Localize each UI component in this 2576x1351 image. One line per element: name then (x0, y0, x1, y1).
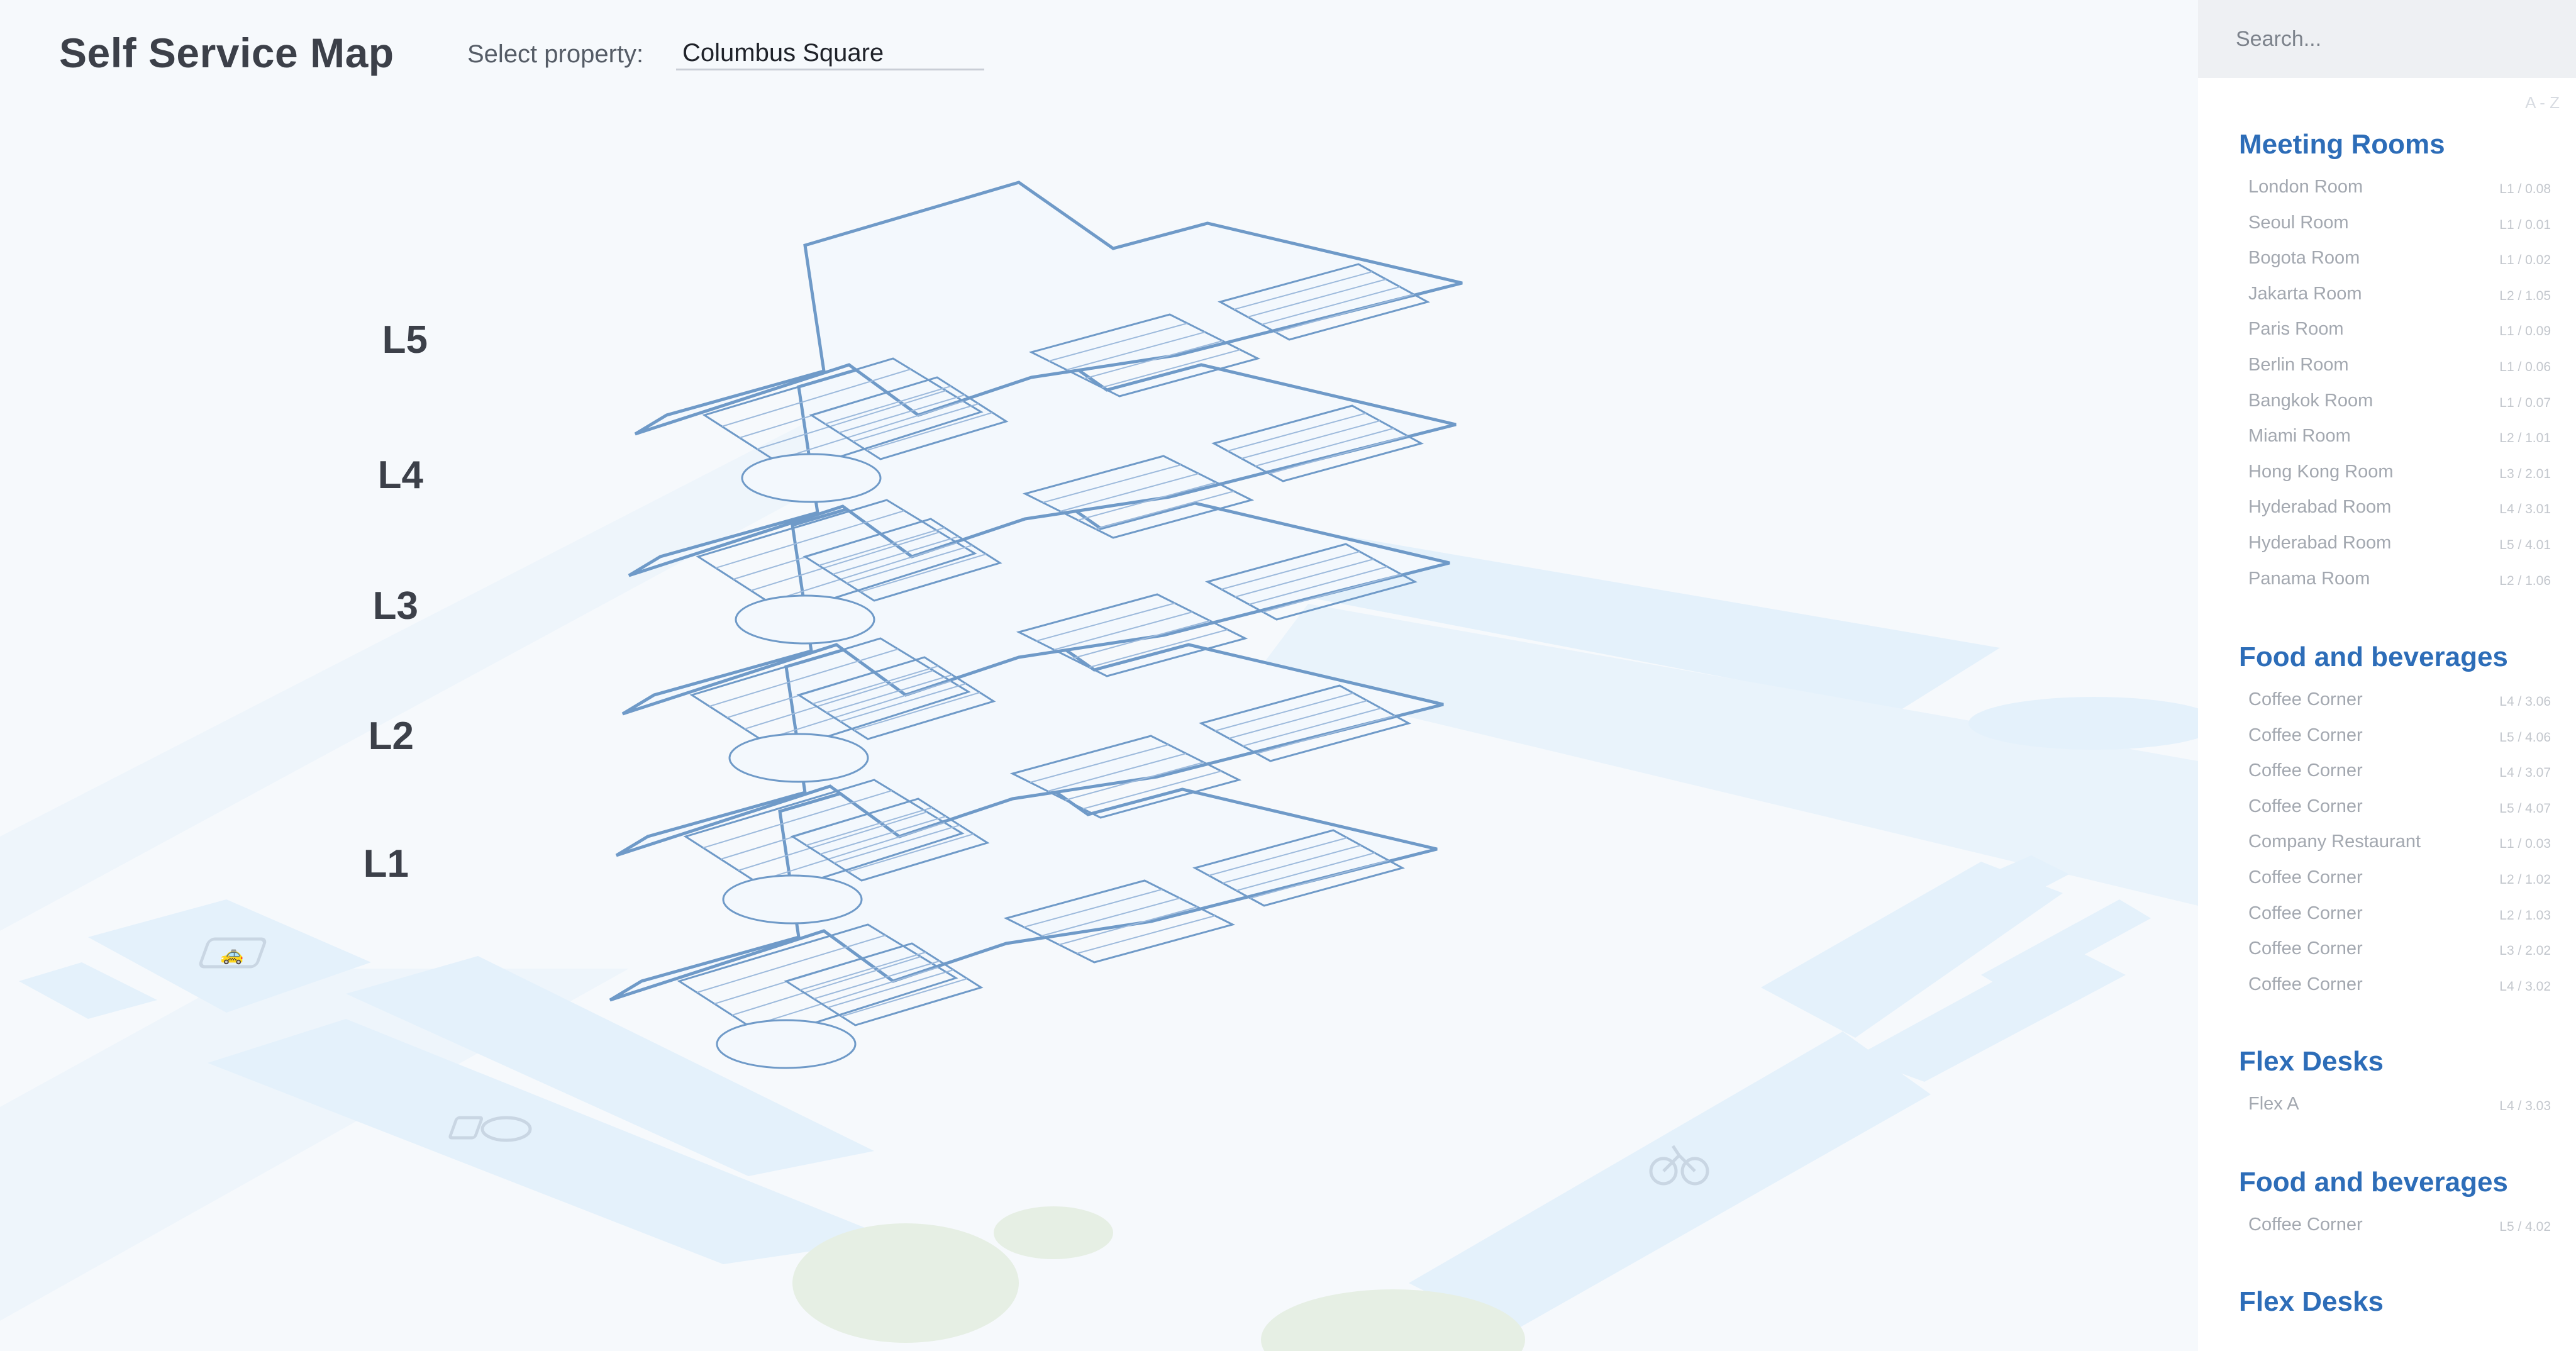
poi-name: Seoul Room (2248, 212, 2349, 233)
poi-list-item[interactable]: Hong Kong Room L3 / 2.01 (2198, 458, 2576, 494)
poi-location-code: L1 / 0.03 (2499, 837, 2551, 852)
poi-list-item[interactable]: Coffee Corner L4 / 3.06 (2198, 686, 2576, 721)
poi-list-item[interactable]: Seoul Room L1 / 0.01 (2198, 209, 2576, 245)
poi-location-code: L1 / 0.08 (2499, 182, 2551, 196)
poi-location-code: L4 / 3.01 (2499, 502, 2551, 517)
map-canvas[interactable]: 🚕 (0, 0, 2198, 1351)
poi-location-code: L5 / 4.06 (2499, 730, 2551, 745)
poi-name: Coffee Corner (2248, 689, 2363, 709)
poi-group: Food and beverages Coffee Corner L5 / 4.02 (2198, 1167, 2576, 1247)
property-label: Select property: (467, 40, 644, 68)
poi-name: Coffee Corner (2248, 974, 2363, 994)
poi-list-item[interactable]: Hyderabad Room L4 / 3.01 (2198, 493, 2576, 529)
poi-name: Coffee Corner (2248, 938, 2363, 959)
poi-list-item[interactable]: London Room L1 / 0.08 (2198, 173, 2576, 209)
poi-list-item[interactable]: Coffee Corner L2 / 1.02 (2198, 864, 2576, 899)
poi-list-item[interactable]: Coffee Corner L5 / 4.06 (2198, 721, 2576, 757)
poi-list-item[interactable]: Bangkok Room L1 / 0.07 (2198, 387, 2576, 423)
poi-location-code: L1 / 0.01 (2499, 217, 2551, 232)
poi-name: Coffee Corner (2248, 867, 2363, 887)
poi-name: Miami Room (2248, 426, 2351, 447)
level-label-l3[interactable]: L3 (318, 584, 418, 628)
poi-list-item[interactable]: Jakarta Room L2 / 1.05 (2198, 280, 2576, 316)
level-label-l4[interactable]: L4 (323, 453, 423, 498)
poi-list-item[interactable]: Paris Room L1 / 0.09 (2198, 315, 2576, 351)
poi-name: London Room (2248, 177, 2363, 197)
poi-name: Berlin Room (2248, 354, 2349, 375)
poi-group-title[interactable]: Flex Desks (2239, 1046, 2576, 1090)
poi-location-code: L1 / 0.09 (2499, 324, 2551, 339)
poi-name: Paris Room (2248, 319, 2344, 340)
poi-list-item[interactable]: Coffee Corner L2 / 1.03 (2198, 899, 2576, 935)
poi-name: Bogota Room (2248, 248, 2360, 269)
poi-list-item[interactable]: Coffee Corner L4 / 3.07 (2198, 757, 2576, 792)
poi-name: Coffee Corner (2248, 903, 2363, 923)
poi-list-item[interactable]: Hyderabad Room L5 / 4.01 (2198, 529, 2576, 565)
poi-name: Coffee Corner (2248, 725, 2363, 745)
poi-list-item[interactable]: Company Restaurant L1 / 0.03 (2198, 828, 2576, 864)
app-title: Self Service Map (59, 30, 394, 76)
poi-location-code: L3 / 2.02 (2499, 943, 2551, 959)
poi-list-item[interactable]: Coffee Corner L4 / 3.02 (2198, 970, 2576, 1006)
poi-location-code: L1 / 0.02 (2499, 253, 2551, 268)
level-label-l1[interactable]: L1 (308, 842, 409, 886)
poi-name: Company Restaurant (2248, 831, 2421, 852)
poi-list-item[interactable]: Miami Room L2 / 1.01 (2198, 422, 2576, 458)
poi-location-code: L3 / 2.01 (2499, 466, 2551, 481)
poi-location-code: L5 / 4.02 (2499, 1220, 2551, 1234)
poi-name: Hyderabad Room (2248, 532, 2392, 553)
poi-location-code: L1 / 0.07 (2499, 395, 2551, 410)
poi-name: Coffee Corner (2248, 796, 2363, 816)
poi-list-item[interactable]: Coffee Corner L5 / 4.02 (2198, 1211, 2576, 1247)
poi-location-code: L4 / 3.02 (2499, 979, 2551, 994)
isometric-map[interactable]: 🚕 (0, 0, 2198, 1351)
poi-name: Flex A (2248, 1094, 2299, 1114)
poi-group: Flex Desks (2198, 1286, 2576, 1330)
poi-group-title[interactable]: Flex Desks (2239, 1286, 2576, 1330)
poi-list-item[interactable]: Coffee Corner L3 / 2.02 (2198, 935, 2576, 970)
poi-name: Jakarta Room (2248, 283, 2362, 304)
poi-group-title[interactable]: Food and beverages (2239, 642, 2576, 686)
svg-text:🚕: 🚕 (220, 943, 243, 965)
poi-group-title[interactable]: Meeting Rooms (2239, 129, 2576, 173)
poi-name: Coffee Corner (2248, 760, 2363, 781)
poi-location-code: L1 / 0.06 (2499, 359, 2551, 374)
sidebar: A - Z Meeting Rooms London Room L1 / 0.08 S… (2198, 0, 2576, 1351)
poi-list-item[interactable]: Flex A L4 / 3.03 (2198, 1090, 2576, 1126)
poi-group-title[interactable]: Food and beverages (2239, 1167, 2576, 1211)
level-label-l2[interactable]: L2 (313, 714, 414, 759)
poi-location-code: L4 / 3.07 (2499, 765, 2551, 781)
poi-location-code: L2 / 1.01 (2499, 431, 2551, 446)
poi-name: Panama Room (2248, 568, 2370, 589)
poi-name: Coffee Corner (2248, 1215, 2363, 1235)
poi-list-item[interactable]: Bogota Room L1 / 0.02 (2198, 244, 2576, 280)
poi-name: Hong Kong Room (2248, 461, 2394, 482)
poi-group: Food and beverages Coffee Corner L4 / 3.06… (2198, 642, 2576, 1006)
poi-list-item[interactable]: Berlin Room L1 / 0.06 (2198, 351, 2576, 387)
poi-location-code: L2 / 1.03 (2499, 908, 2551, 923)
poi-location-code: L5 / 4.01 (2499, 537, 2551, 552)
poi-location-code: L4 / 3.03 (2499, 1099, 2551, 1113)
poi-list-item[interactable]: Panama Room L2 / 1.06 (2198, 565, 2576, 601)
poi-location-code: L2 / 1.06 (2499, 573, 2551, 588)
poi-location-code: L2 / 1.02 (2499, 872, 2551, 887)
poi-location-code: L2 / 1.05 (2499, 288, 2551, 303)
search-input[interactable] (2198, 0, 2576, 78)
poi-location-code: L5 / 4.07 (2499, 801, 2551, 816)
sort-toggle[interactable]: A - Z (2525, 93, 2560, 113)
poi-location-code: L4 / 3.06 (2499, 694, 2551, 709)
poi-name: Bangkok Room (2248, 390, 2373, 411)
poi-name: Hyderabad Room (2248, 497, 2392, 518)
poi-group: Flex Desks Flex A L4 / 3.03 (2198, 1046, 2576, 1126)
level-label-l5[interactable]: L5 (327, 318, 428, 362)
property-select[interactable]: Columbus Square (676, 35, 984, 70)
poi-list-item[interactable]: Coffee Corner L5 / 4.07 (2198, 792, 2576, 828)
poi-group: Meeting Rooms London Room L1 / 0.08 Seoul R… (2198, 129, 2576, 600)
